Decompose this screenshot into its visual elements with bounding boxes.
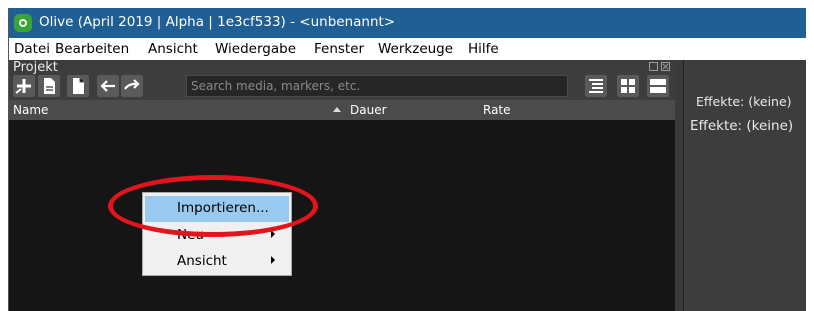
column-rate[interactable]: Rate — [483, 103, 511, 117]
menu-ansicht[interactable]: Ansicht — [148, 41, 198, 57]
tree-view-icon[interactable] — [647, 75, 669, 97]
effects-header-label: Effekte: (keine) — [696, 94, 792, 109]
sort-ascending-icon — [333, 107, 341, 112]
effects-panel: Effekte: (keine) Effekte: (keine) — [683, 60, 806, 311]
menu-item-view-label: Ansicht — [177, 253, 227, 269]
menu-hilfe[interactable]: Hilfe — [468, 41, 499, 57]
project-panel-header: Projekt — [9, 60, 675, 100]
column-name[interactable]: Name — [13, 103, 48, 117]
submenu-arrow-icon — [271, 256, 275, 264]
open-file-icon[interactable] — [67, 75, 89, 97]
olive-app-icon — [14, 14, 32, 32]
menu-werkzeuge[interactable]: Werkzeuge — [378, 41, 453, 57]
annotation-ellipse — [108, 175, 318, 237]
project-panel: Projekt Search media, markers, etc. Name… — [9, 60, 675, 311]
app-window: Olive (April 2019 | Alpha | 1e3cf533) - … — [8, 8, 806, 311]
column-header-row: Name Dauer Rate — [9, 100, 675, 120]
menu-fenster[interactable]: Fenster — [314, 41, 364, 57]
title-bar[interactable]: Olive (April 2019 | Alpha | 1e3cf533) - … — [9, 8, 806, 38]
menu-datei[interactable]: Datei — [14, 41, 50, 57]
project-panel-title: Projekt — [13, 60, 58, 75]
column-duration[interactable]: Dauer — [350, 103, 387, 117]
menu-bearbeiten[interactable]: Bearbeiten — [55, 41, 129, 57]
close-panel-icon[interactable] — [661, 62, 670, 71]
search-input[interactable] — [186, 75, 568, 97]
redo-icon[interactable] — [121, 75, 143, 97]
menu-item-view[interactable]: Ansicht — [145, 249, 289, 275]
effects-label: Effekte: (keine) — [690, 118, 794, 134]
menu-wiedergabe[interactable]: Wiedergabe — [215, 41, 296, 57]
new-file-icon[interactable] — [38, 75, 60, 97]
undo-icon[interactable] — [97, 75, 119, 97]
float-panel-icon[interactable] — [649, 62, 658, 71]
menu-bar: Datei Bearbeiten Ansicht Wiedergabe Fens… — [9, 38, 806, 60]
icon-view-icon[interactable] — [617, 75, 639, 97]
window-title: Olive (April 2019 | Alpha | 1e3cf533) - … — [39, 14, 396, 30]
list-view-icon[interactable] — [585, 75, 607, 97]
add-icon[interactable] — [13, 75, 35, 97]
